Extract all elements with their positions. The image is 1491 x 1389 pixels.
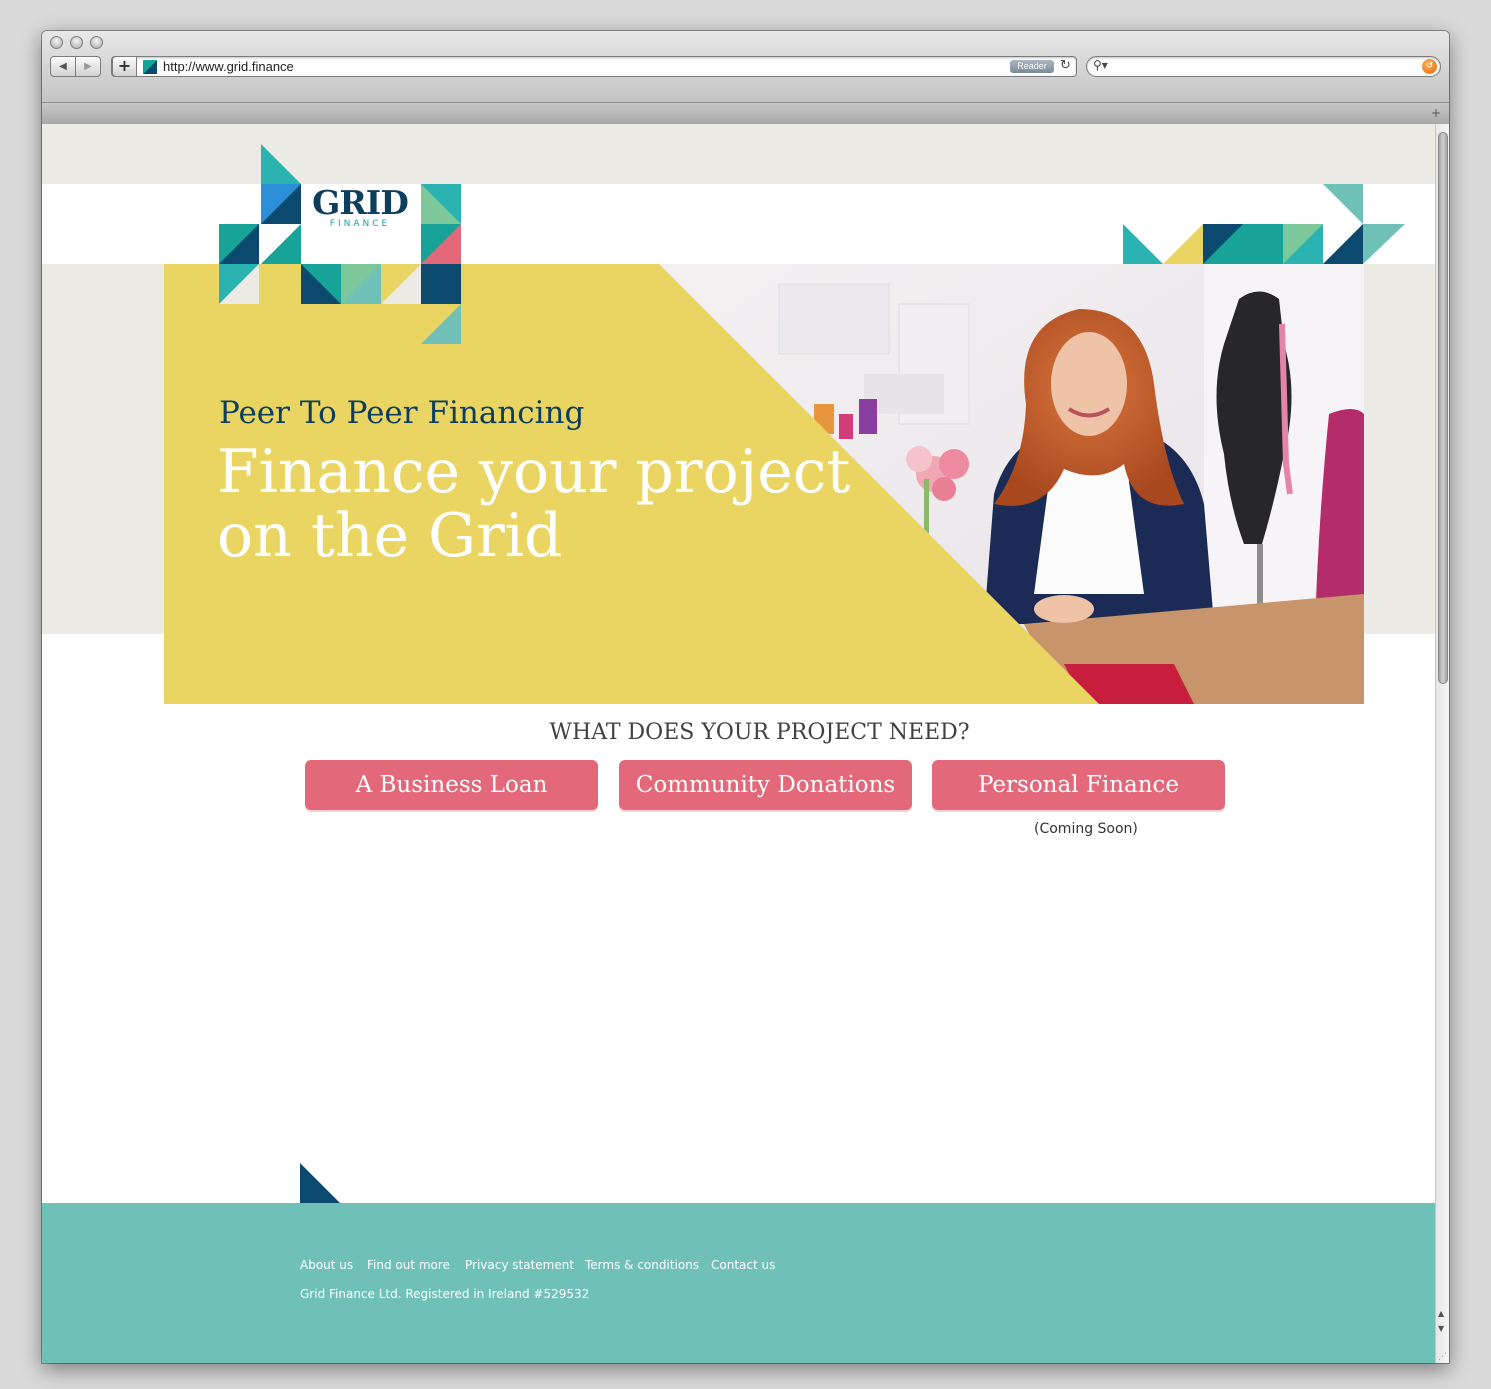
hero-subtitle: Peer To Peer Financing: [219, 395, 585, 431]
business-loan-button[interactable]: A Business Loan: [305, 760, 598, 810]
search-field[interactable]: ⚲▾ ↺: [1086, 56, 1441, 77]
logo-word: GRID: [312, 183, 409, 222]
footer-link-privacy[interactable]: Privacy statement: [465, 1258, 574, 1272]
back-arrow-icon[interactable]: ◀: [50, 56, 76, 77]
resize-grip-icon[interactable]: ⋰: [1438, 1352, 1447, 1362]
scrollbar-thumb[interactable]: [1438, 132, 1448, 684]
search-icon: ⚲▾: [1093, 58, 1108, 72]
footer: About us Find out more Privacy statement…: [42, 1203, 1435, 1363]
forward-arrow-icon[interactable]: ▶: [75, 56, 101, 77]
add-bookmark-plus-icon[interactable]: +: [112, 56, 137, 77]
bookmarks-bar: +: [42, 102, 1449, 124]
hero-title: Finance your project on the Grid: [217, 437, 851, 571]
footer-link-terms[interactable]: Terms & conditions: [585, 1258, 699, 1272]
footer-registration-note: Grid Finance Ltd. Registered in Ireland …: [300, 1287, 590, 1301]
footer-link-find-out-more[interactable]: Find out more: [367, 1258, 450, 1272]
snapback-icon[interactable]: ↺: [1422, 59, 1437, 74]
browser-window: ◀ ▶ + http://www.grid.finance Reader ↻ ⚲…: [42, 31, 1449, 1363]
reader-button[interactable]: Reader: [1010, 60, 1054, 73]
personal-finance-button[interactable]: Personal Finance: [932, 760, 1225, 810]
close-window-icon[interactable]: [50, 36, 63, 49]
address-bar[interactable]: + http://www.grid.finance Reader ↻: [111, 56, 1077, 77]
footer-link-contact[interactable]: Contact us: [711, 1258, 775, 1272]
community-donations-button[interactable]: Community Donations: [619, 760, 912, 810]
url-text[interactable]: http://www.grid.finance: [163, 59, 294, 74]
reload-icon[interactable]: ↻: [1060, 58, 1071, 73]
logo-wordmark[interactable]: GRID FINANCE: [299, 183, 421, 230]
coming-soon-note: (Coming Soon): [1034, 821, 1138, 837]
scroll-up-arrow-icon[interactable]: ▲: [1438, 1309, 1444, 1318]
bookmarks-add-icon[interactable]: +: [1431, 106, 1441, 120]
project-question-heading: WHAT DOES YOUR PROJECT NEED?: [549, 720, 970, 745]
site-favicon-icon: [143, 60, 157, 74]
minimize-window-icon[interactable]: [70, 36, 83, 49]
footer-link-about[interactable]: About us: [300, 1258, 353, 1272]
grid-finance-logo[interactable]: [219, 144, 461, 344]
zoom-window-icon[interactable]: [90, 36, 103, 49]
scroll-down-arrow-icon[interactable]: ▼: [1438, 1324, 1444, 1333]
decorative-mosaic-top-right: [1123, 184, 1405, 264]
page-viewport: Peer To Peer Financing Finance your proj…: [42, 124, 1435, 1363]
vertical-scrollbar[interactable]: ▲ ▼ ⋰: [1435, 124, 1449, 1363]
browser-toolbar: ◀ ▶ + http://www.grid.finance Reader ↻ ⚲…: [42, 31, 1449, 124]
